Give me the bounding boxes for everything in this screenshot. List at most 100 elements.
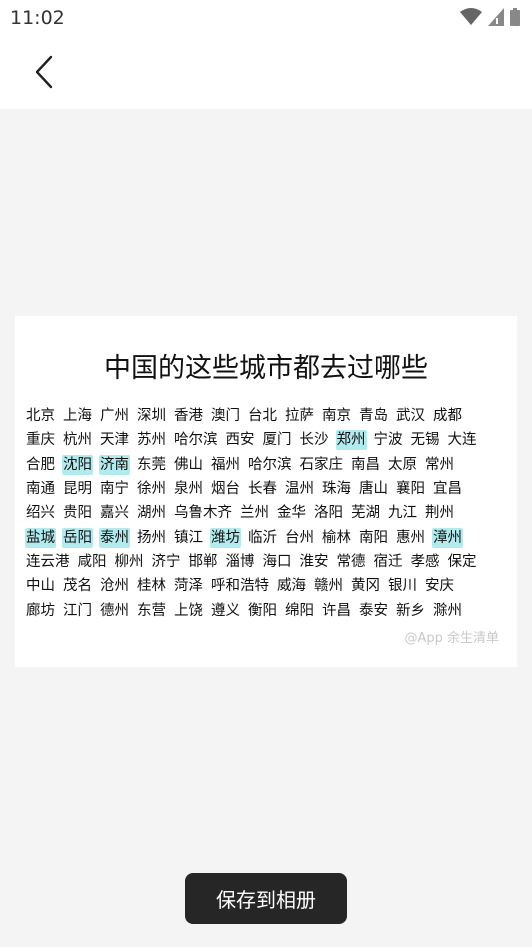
- city-item[interactable]: 绍兴: [25, 503, 56, 523]
- city-item[interactable]: 南京: [321, 406, 352, 426]
- city-item[interactable]: 新乡: [395, 601, 426, 621]
- city-item[interactable]: 香港: [173, 406, 204, 426]
- city-item[interactable]: 廊坊: [25, 601, 56, 621]
- city-item[interactable]: 临沂: [247, 528, 278, 548]
- city-item[interactable]: 宿迁: [373, 552, 404, 572]
- city-item[interactable]: 淮安: [299, 552, 330, 572]
- city-item[interactable]: 榆林: [321, 528, 352, 548]
- city-item[interactable]: 济宁: [151, 552, 182, 572]
- city-item[interactable]: 邯郸: [188, 552, 219, 572]
- city-item[interactable]: 泰州: [99, 527, 130, 548]
- city-item[interactable]: 苏州: [136, 430, 167, 450]
- city-item[interactable]: 茂名: [62, 576, 93, 596]
- city-item[interactable]: 赣州: [313, 576, 344, 596]
- city-item[interactable]: 昆明: [62, 479, 93, 499]
- city-item[interactable]: 台州: [284, 528, 315, 548]
- city-item[interactable]: 银川: [387, 576, 418, 596]
- city-item[interactable]: 合肥: [25, 455, 56, 475]
- city-item[interactable]: 贵阳: [62, 503, 93, 523]
- city-item[interactable]: 金华: [276, 503, 307, 523]
- city-item[interactable]: 扬州: [136, 528, 167, 548]
- city-item[interactable]: 荆州: [424, 503, 455, 523]
- city-item[interactable]: 安庆: [424, 576, 455, 596]
- city-item[interactable]: 海口: [262, 552, 293, 572]
- city-item[interactable]: 拉萨: [284, 406, 315, 426]
- city-item[interactable]: 兰州: [239, 503, 270, 523]
- city-item[interactable]: 石家庄: [299, 455, 345, 475]
- city-item[interactable]: 东营: [136, 601, 167, 621]
- city-item[interactable]: 襄阳: [395, 479, 426, 499]
- city-item[interactable]: 宁波: [373, 430, 404, 450]
- city-item[interactable]: 滁州: [432, 601, 463, 621]
- city-item[interactable]: 青岛: [358, 406, 389, 426]
- city-item[interactable]: 长春: [247, 479, 278, 499]
- city-item[interactable]: 唐山: [358, 479, 389, 499]
- city-item[interactable]: 宜昌: [432, 479, 463, 499]
- back-button[interactable]: [26, 54, 62, 90]
- city-item[interactable]: 柳州: [114, 552, 145, 572]
- city-item[interactable]: 北京: [25, 406, 56, 426]
- city-item[interactable]: 泉州: [173, 479, 204, 499]
- city-item[interactable]: 徐州: [136, 479, 167, 499]
- city-item[interactable]: 武汉: [395, 406, 426, 426]
- city-item[interactable]: 西安: [225, 430, 256, 450]
- city-item[interactable]: 上海: [62, 406, 93, 426]
- city-item[interactable]: 无锡: [410, 430, 441, 450]
- city-item[interactable]: 台北: [247, 406, 278, 426]
- city-item[interactable]: 常德: [336, 552, 367, 572]
- city-item[interactable]: 咸阳: [77, 552, 108, 572]
- city-item[interactable]: 江门: [62, 601, 93, 621]
- city-item[interactable]: 芜湖: [350, 503, 381, 523]
- city-item[interactable]: 南昌: [350, 455, 381, 475]
- save-to-album-button[interactable]: 保存到相册: [185, 873, 347, 924]
- city-item[interactable]: 洛阳: [313, 503, 344, 523]
- city-item[interactable]: 佛山: [173, 455, 204, 475]
- city-item[interactable]: 澳门: [210, 406, 241, 426]
- city-item[interactable]: 九江: [387, 503, 418, 523]
- city-item[interactable]: 沈阳: [62, 454, 93, 475]
- city-item[interactable]: 东莞: [136, 455, 167, 475]
- city-item[interactable]: 德州: [99, 601, 130, 621]
- city-item[interactable]: 厦门: [262, 430, 293, 450]
- city-item[interactable]: 威海: [276, 576, 307, 596]
- city-item[interactable]: 呼和浩特: [210, 576, 270, 596]
- city-item[interactable]: 烟台: [210, 479, 241, 499]
- city-item[interactable]: 太原: [387, 455, 418, 475]
- city-item[interactable]: 惠州: [395, 528, 426, 548]
- city-item[interactable]: 绵阳: [284, 601, 315, 621]
- city-item[interactable]: 盐城: [25, 527, 56, 548]
- city-item[interactable]: 温州: [284, 479, 315, 499]
- city-item[interactable]: 深圳: [136, 406, 167, 426]
- city-item[interactable]: 哈尔滨: [173, 430, 219, 450]
- city-item[interactable]: 孝感: [410, 552, 441, 572]
- city-item[interactable]: 潍坊: [210, 527, 241, 548]
- city-item[interactable]: 许昌: [321, 601, 352, 621]
- city-item[interactable]: 嘉兴: [99, 503, 130, 523]
- city-item[interactable]: 郑州: [335, 430, 367, 451]
- city-item[interactable]: 遵义: [210, 601, 241, 621]
- city-item[interactable]: 漳州: [432, 527, 463, 548]
- city-item[interactable]: 桂林: [136, 576, 167, 596]
- city-item[interactable]: 济南: [99, 454, 130, 475]
- city-item[interactable]: 沧州: [99, 576, 130, 596]
- city-item[interactable]: 南通: [25, 479, 56, 499]
- city-item[interactable]: 镇江: [173, 528, 204, 548]
- city-item[interactable]: 淄博: [225, 552, 256, 572]
- city-item[interactable]: 岳阳: [62, 527, 93, 548]
- city-item[interactable]: 衡阳: [247, 601, 278, 621]
- city-item[interactable]: 长沙: [299, 430, 330, 450]
- city-item[interactable]: 南阳: [358, 528, 389, 548]
- city-item[interactable]: 湖州: [136, 503, 167, 523]
- city-item[interactable]: 连云港: [25, 552, 71, 572]
- city-item[interactable]: 泰安: [358, 601, 389, 621]
- city-item[interactable]: 广州: [99, 406, 130, 426]
- city-item[interactable]: 哈尔滨: [247, 455, 293, 475]
- city-item[interactable]: 南宁: [99, 479, 130, 499]
- city-item[interactable]: 天津: [99, 430, 130, 450]
- city-item[interactable]: 珠海: [321, 479, 352, 499]
- city-item[interactable]: 保定: [447, 552, 478, 572]
- city-item[interactable]: 上饶: [173, 601, 204, 621]
- city-item[interactable]: 杭州: [62, 430, 93, 450]
- city-item[interactable]: 福州: [210, 455, 241, 475]
- city-item[interactable]: 重庆: [25, 430, 56, 450]
